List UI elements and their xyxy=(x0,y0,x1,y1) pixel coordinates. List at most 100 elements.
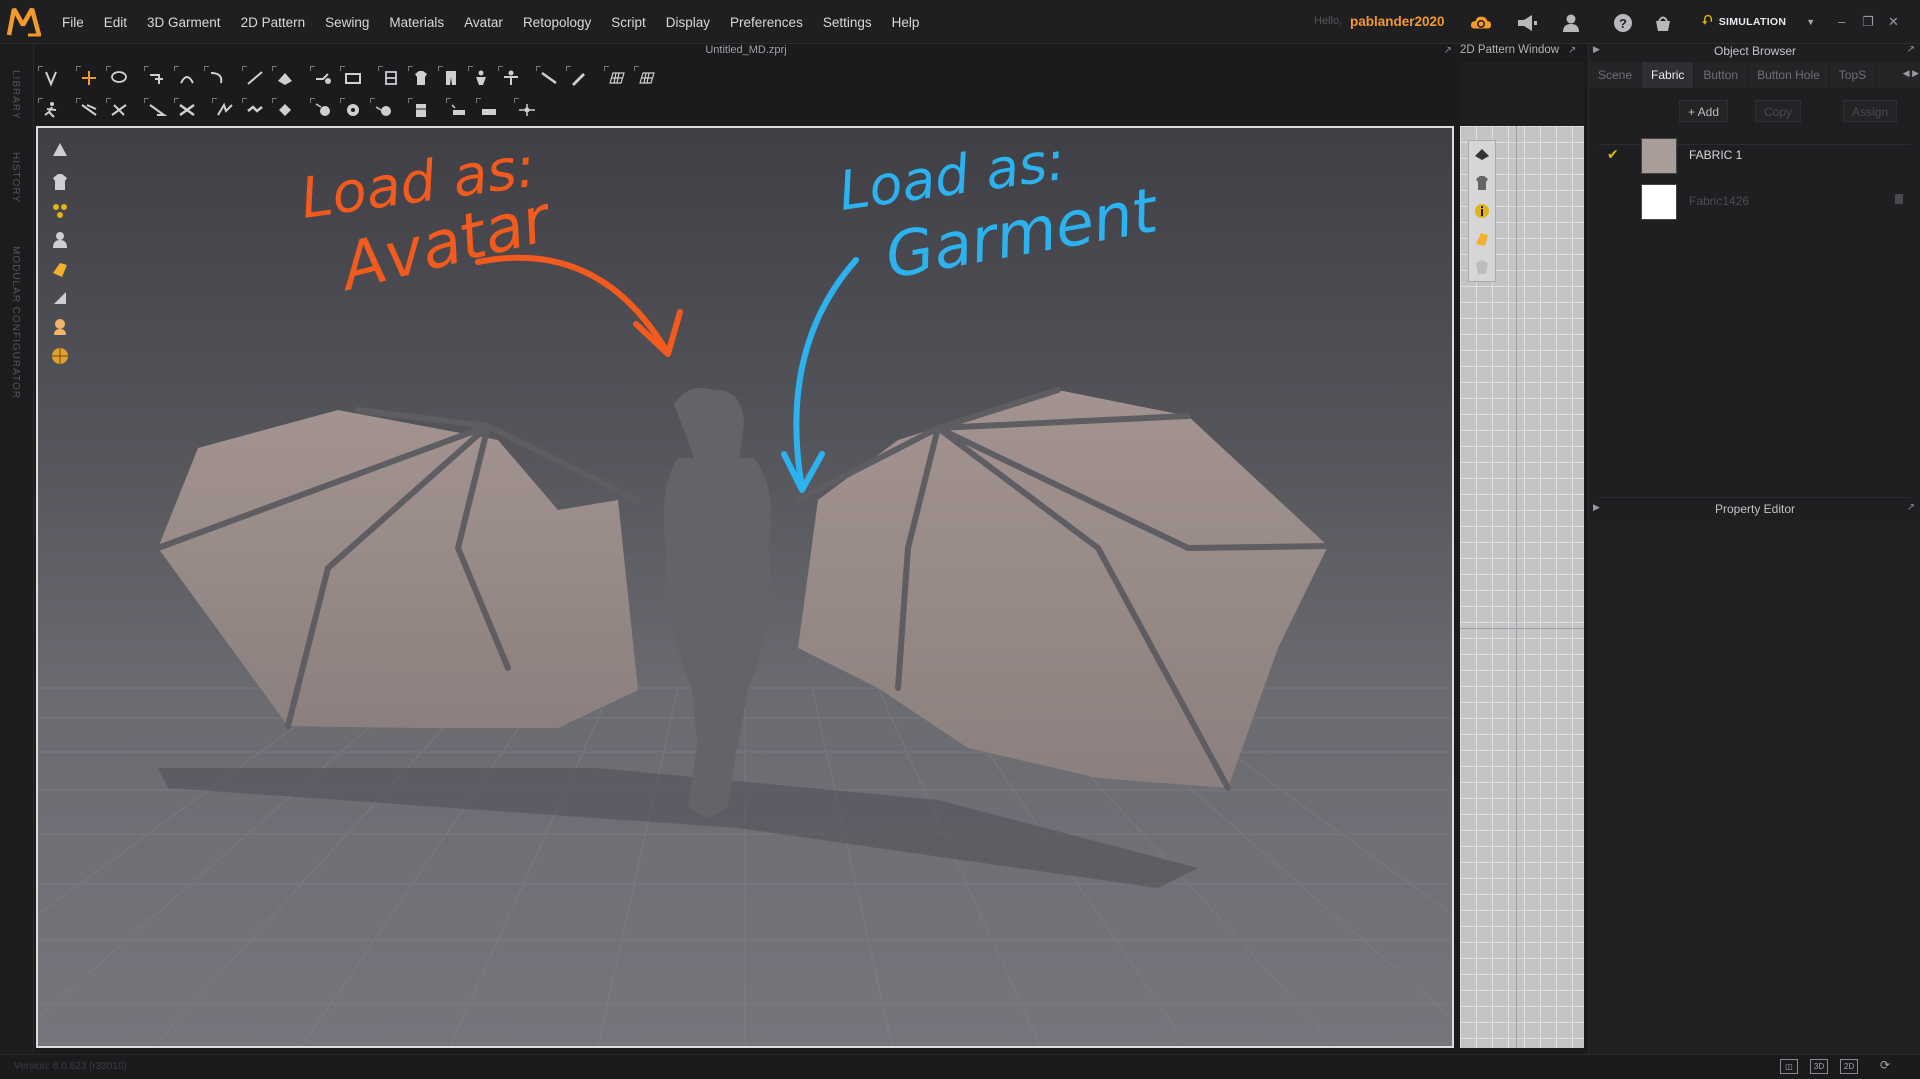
username-label[interactable]: pablander2020 xyxy=(1350,14,1445,29)
menu-settings[interactable]: Settings xyxy=(813,15,882,30)
avatar-arrange-tool-icon[interactable] xyxy=(496,64,526,92)
avatar-skin-icon[interactable] xyxy=(48,315,72,339)
fabric-layer-tool-icon[interactable] xyxy=(406,96,436,124)
topstitch-tool-icon[interactable] xyxy=(308,96,338,124)
add-fabric-button[interactable]: + Add xyxy=(1679,100,1729,122)
transform-pattern-tool-icon[interactable] xyxy=(74,64,104,92)
lasso-select-tool-icon[interactable] xyxy=(104,64,134,92)
pin-tool-icon[interactable] xyxy=(308,64,338,92)
pattern-info-icon[interactable] xyxy=(1469,197,1495,225)
tab-fabric[interactable]: Fabric xyxy=(1642,62,1695,88)
assign-fabric-button[interactable]: Assign xyxy=(1843,100,1898,122)
show-pattern-edit-icon[interactable] xyxy=(1469,141,1495,169)
menu-2d-pattern[interactable]: 2D Pattern xyxy=(231,15,316,30)
bat-avatar[interactable] xyxy=(663,387,771,818)
menu-sewing[interactable]: Sewing xyxy=(315,15,379,30)
help-icon[interactable]: ? xyxy=(1612,12,1634,34)
tab-library[interactable]: LIBRARY xyxy=(10,70,21,120)
fold-tool-icon[interactable] xyxy=(172,64,202,92)
marketplace-icon[interactable] xyxy=(1652,12,1674,34)
menu-edit[interactable]: Edit xyxy=(94,15,137,30)
3d-viewport[interactable]: Load as: Avatar Load as: Garment xyxy=(36,126,1454,1048)
close-window-icon[interactable]: ✕ xyxy=(1888,14,1899,30)
simulation-mode-dropdown[interactable]: ⮏ SIMULATION ▼ xyxy=(1694,10,1820,34)
pattern-disabled-icon[interactable] xyxy=(1469,253,1495,281)
cloud-sync-icon[interactable] xyxy=(1470,12,1492,34)
menu-avatar[interactable]: Avatar xyxy=(454,15,513,30)
menu-script[interactable]: Script xyxy=(601,15,656,30)
button-tool-icon[interactable] xyxy=(270,96,300,124)
app-logo-icon[interactable] xyxy=(6,5,46,39)
fold-reset-tool-icon[interactable] xyxy=(202,64,232,92)
menu-help[interactable]: Help xyxy=(882,15,930,30)
display-arrangement-points-icon[interactable] xyxy=(48,199,72,223)
tab-button-hole[interactable]: Button Hole xyxy=(1748,62,1830,88)
measure-tool-icon[interactable] xyxy=(534,64,564,92)
layout-3d-icon[interactable]: 3D xyxy=(1810,1059,1828,1074)
menu-display[interactable]: Display xyxy=(656,15,720,30)
popout-pattern-window-icon[interactable]: ↗ xyxy=(1568,45,1576,56)
show-avatar-icon[interactable] xyxy=(48,228,72,252)
menu-preferences[interactable]: Preferences xyxy=(720,15,813,30)
show-pattern-garment-icon[interactable] xyxy=(1469,169,1495,197)
layout-2d-icon[interactable]: 2D xyxy=(1840,1059,1858,1074)
pin-box-tool-icon[interactable] xyxy=(338,64,368,92)
restore-window-icon[interactable]: ❐ xyxy=(1862,14,1874,30)
user-account-icon[interactable] xyxy=(1560,12,1582,34)
display-avatar-icon[interactable] xyxy=(48,138,72,162)
pattern-texture-icon[interactable] xyxy=(1469,225,1495,253)
zipper-tool-icon[interactable] xyxy=(210,96,240,124)
display-garment-icon[interactable] xyxy=(48,170,72,194)
avatar-pose-tool-icon[interactable] xyxy=(466,64,496,92)
menu-3d-garment[interactable]: 3D Garment xyxy=(137,15,231,30)
select-button-tool-icon[interactable] xyxy=(368,96,398,124)
draw-line-tool-icon[interactable] xyxy=(240,64,270,92)
refresh-layout-icon[interactable]: ⟳ xyxy=(1876,1059,1894,1074)
2d-pattern-canvas[interactable] xyxy=(1460,126,1584,1048)
tab-button[interactable]: Button xyxy=(1694,62,1749,88)
popout-object-browser-icon[interactable]: ↗ xyxy=(1907,44,1915,55)
fabric-list-item[interactable]: ✔ FABRIC 1 xyxy=(1605,134,1915,178)
tack-tool-icon[interactable] xyxy=(142,96,172,124)
menu-retopology[interactable]: Retopology xyxy=(513,15,601,30)
avatar-walk-tool-icon[interactable] xyxy=(36,96,66,124)
tab-scroll-arrows-icon[interactable]: ◀ ▶ xyxy=(1903,68,1919,79)
layout-split-icon[interactable]: ◫ xyxy=(1780,1059,1798,1074)
collapse-arrow-icon[interactable]: ▶ xyxy=(1593,502,1600,513)
collapse-arrow-icon[interactable]: ▶ xyxy=(1593,44,1600,55)
piping-tool-icon[interactable] xyxy=(240,96,270,124)
gizmo-move-tool-icon[interactable] xyxy=(512,96,542,124)
right-wing-garment[interactable] xyxy=(798,390,1328,788)
sew-free-tool-icon[interactable] xyxy=(104,96,134,124)
tab-history[interactable]: HISTORY xyxy=(10,152,21,203)
fabric-texture-icon[interactable] xyxy=(48,257,72,281)
3d-scene-canvas[interactable]: Load as: Avatar Load as: Garment xyxy=(38,128,1452,1046)
popout-viewport-icon[interactable]: ↗ xyxy=(1444,45,1452,56)
tab-modular-configurator[interactable]: MODULAR CONFIGURATOR xyxy=(10,246,21,399)
texture-grid-tool-icon[interactable] xyxy=(602,64,632,92)
strengthen-tool-icon[interactable] xyxy=(444,96,474,124)
megaphone-icon[interactable] xyxy=(1516,12,1538,34)
tack-on-avatar-tool-icon[interactable] xyxy=(172,96,202,124)
fold-arrangement-tool-icon[interactable] xyxy=(142,64,172,92)
menu-file[interactable]: File xyxy=(52,15,94,30)
copy-fabric-button[interactable]: Copy xyxy=(1755,100,1802,122)
uv-grid-tool-icon[interactable] xyxy=(632,64,662,92)
popout-property-editor-icon[interactable]: ↗ xyxy=(1907,502,1915,513)
shrinkage-tool-icon[interactable] xyxy=(474,96,504,124)
tab-scene[interactable]: Scene xyxy=(1589,62,1643,88)
pants-tool-icon[interactable] xyxy=(436,64,466,92)
pencil-tool-icon[interactable] xyxy=(564,64,594,92)
delete-fabric-icon[interactable] xyxy=(1895,194,1903,204)
garment-tool-icon[interactable] xyxy=(406,64,436,92)
fitting-suit-tool-icon[interactable] xyxy=(376,64,406,92)
tab-topstitch[interactable]: TopS xyxy=(1830,62,1877,88)
fabric-list-item[interactable]: Fabric1426 xyxy=(1605,180,1915,224)
select-move-tool-icon[interactable] xyxy=(36,64,66,92)
menu-materials[interactable]: Materials xyxy=(379,15,454,30)
button-hole-tool-icon[interactable] xyxy=(338,96,368,124)
sew-segment-tool-icon[interactable] xyxy=(74,96,104,124)
environment-globe-icon[interactable] xyxy=(48,344,72,368)
wireframe-icon[interactable] xyxy=(48,286,72,310)
minimize-window-icon[interactable]: – xyxy=(1838,14,1845,29)
